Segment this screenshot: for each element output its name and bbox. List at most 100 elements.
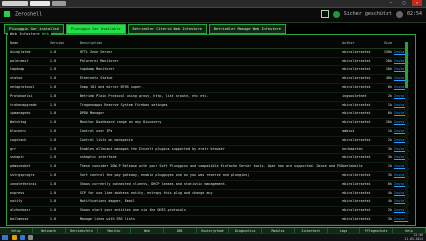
browser-tab[interactable] [30, 1, 50, 6]
install-link[interactable]: Install [392, 216, 408, 224]
install-link[interactable]: Install [392, 181, 408, 189]
col-version-header[interactable]: Version [50, 40, 80, 48]
tab-manage-infostore[interactable]: Betriebler Manage Web Infostore [208, 24, 286, 34]
terminal-icon[interactable] [28, 235, 33, 240]
table-row[interactable]: innotethelnsi 1.0 Shows currently connecte… [10, 181, 408, 190]
tab-available[interactable]: Plunuggin Ger Available [65, 24, 126, 34]
install-link[interactable]: Install [392, 154, 408, 162]
panel-title: Web Infostore Web [8, 31, 51, 36]
table-row[interactable]: diceplated 1.0 HTTL Zone Server ebirolierse… [10, 49, 408, 58]
plugin-name: innotethelnsi [10, 181, 37, 186]
browser-tab[interactable] [2, 1, 28, 6]
table-row[interactable]: Protokoelsi 1.0 Betrieb Plain Protocol usi… [10, 93, 408, 102]
plugin-description: Notifications dapper, Email [79, 199, 135, 204]
minimize-button[interactable]: – [386, 0, 396, 6]
plugin-description: Trogonnapps Reserve System Firebas setin… [79, 102, 168, 107]
table-row[interactable]: grr 1.0 Enables allenaut manages the Einze… [10, 146, 408, 155]
plugin-size: 4k [387, 190, 392, 195]
plugin-description: Control user IPs [79, 128, 113, 133]
col-author-header[interactable]: Author [342, 40, 380, 48]
install-link[interactable]: Install [392, 172, 408, 180]
table-row[interactable]: sstrgsprogrs 1.0 Sort control the pay gate… [10, 172, 408, 181]
table-row[interactable]: trokenapgrade 1.0 Trogonnapps Reserve Syst… [10, 102, 408, 111]
folder-icon[interactable] [12, 235, 17, 240]
table-row[interactable]: ipmanagedv 1.0 DPDO Manager ebiroliersetei 6… [10, 110, 408, 120]
install-link[interactable]: Install [392, 163, 408, 171]
plugin-description: Shows start your entities one via the OH… [79, 208, 186, 213]
plugin-author: ebiroliersetei [342, 58, 371, 63]
install-link[interactable]: Install [392, 128, 408, 136]
plugin-name: ipmanagedv [10, 111, 31, 116]
install-link[interactable]: Install [392, 137, 408, 145]
col-name-header[interactable]: Name [10, 40, 50, 48]
plugin-name: diceplated [10, 49, 31, 54]
plugin-version: 1.0 [49, 164, 57, 169]
table-scrollbar[interactable] [405, 42, 408, 220]
plugin-version: 1.0 [49, 76, 57, 81]
table-body: diceplated 1.0 HTTL Zone Server ebirolierse… [10, 49, 408, 225]
install-link[interactable]: Install [392, 146, 408, 154]
plugin-version: 1.0 [49, 155, 57, 160]
plugin-version: 1.0 [49, 199, 57, 204]
app-logo[interactable]: Zeroshell [4, 11, 42, 18]
table-row[interactable]: poleramit 1.0 Polarerei Monitorer ebirolier… [10, 58, 408, 67]
window-icon[interactable] [320, 10, 329, 18]
plugin-author: ebiroliersetei [342, 216, 371, 221]
table-row[interactable]: cogstack 1.0 Control lists on monspecie ebi… [10, 137, 408, 146]
table-row[interactable]: sshaptr 1.0 sshaptic interface ebirolierset… [10, 154, 408, 164]
install-link[interactable]: Install [392, 190, 408, 198]
plugin-size: 4k [387, 199, 392, 204]
plugin-size: 2k [387, 137, 392, 142]
install-link[interactable]: Install [392, 102, 408, 110]
plugin-size: 6k [387, 84, 392, 89]
plugin-description: HTTL Zone Server [79, 49, 113, 54]
col-description-header[interactable]: Description [80, 40, 342, 48]
table-row[interactable]: Watchtog 1.0 Monitor Dashboard range on an… [10, 119, 408, 128]
plugin-name: grr [10, 146, 17, 151]
browser-icon[interactable] [20, 235, 25, 240]
install-link[interactable]: Install [392, 119, 408, 127]
plugin-name: Protokoelsi [10, 93, 33, 98]
table-row[interactable]: alchenbazr 1.0 Shows start your entities o… [10, 207, 408, 216]
plugin-name: cogstack [10, 137, 27, 142]
table-row[interactable]: statue 1.0 Ethernetz Statue ebiroliersetei 4… [10, 75, 408, 84]
maximize-button[interactable]: □ [399, 0, 409, 6]
install-link[interactable]: Install [392, 110, 408, 118]
plugin-version: 1.0 [49, 208, 57, 213]
avatar[interactable] [395, 10, 403, 18]
install-link[interactable]: Install [392, 84, 408, 92]
col-size-header[interactable]: Size [380, 40, 392, 48]
table-row[interactable]: express 1.0 SIP for use liee address entit… [10, 190, 408, 199]
start-button[interactable] [2, 235, 8, 240]
table-row[interactable]: netaprotocol 1.0 Snmp 101 and mirror NTHS … [10, 84, 408, 93]
install-link[interactable]: Install [392, 66, 408, 74]
plugin-author: ebiroliersetei [342, 172, 371, 177]
plugin-description: Betrieb Plain Protocol using proxy, http… [79, 93, 209, 98]
plugin-author: ebiroliersetei [342, 120, 371, 125]
plugin-version: 1.0 [49, 93, 57, 98]
plugin-version: 1.0 [49, 216, 57, 221]
plugin-name: blockerc [10, 128, 27, 133]
plugin-name: express [10, 190, 25, 195]
plugin-version: 1.0 [49, 128, 57, 133]
plugin-author: ebiroliersetei [342, 102, 371, 107]
install-link[interactable]: Install [392, 49, 408, 57]
install-link[interactable]: Install [392, 198, 408, 206]
table-row[interactable]: bollmesse 1.0 Manage lines with SRS lists e… [10, 216, 408, 225]
browser-tab[interactable] [52, 1, 66, 6]
close-button[interactable]: ✕ [412, 0, 422, 6]
scroll-thumb[interactable] [405, 42, 408, 88]
install-link[interactable]: Install [392, 207, 408, 215]
table-row[interactable]: blockerc 1.0 Control user IPs ambiss 1k Insta… [10, 128, 408, 137]
install-link[interactable]: Install [392, 93, 408, 101]
plugin-author: ambiss [342, 128, 355, 133]
tab-citerid-infostore[interactable]: Betriebler Citerid Web Infostore [127, 24, 207, 34]
plugin-author: beelebeile [342, 164, 363, 169]
install-link[interactable]: Install [392, 58, 408, 66]
table-row[interactable]: pdmsvesbet 1.0 These consider 2DW-P Releas… [10, 163, 408, 172]
table-row[interactable]: tapdump 1.0 tapdump Monitorer ebiroliersete… [10, 66, 408, 76]
install-link[interactable]: Install [392, 75, 408, 83]
plugin-version: 1.0 [49, 181, 57, 186]
table-row[interactable]: notify 1.0 Notifications dapper, Email ebir… [10, 198, 408, 208]
plugin-author: ebiroliersetei [342, 67, 371, 72]
